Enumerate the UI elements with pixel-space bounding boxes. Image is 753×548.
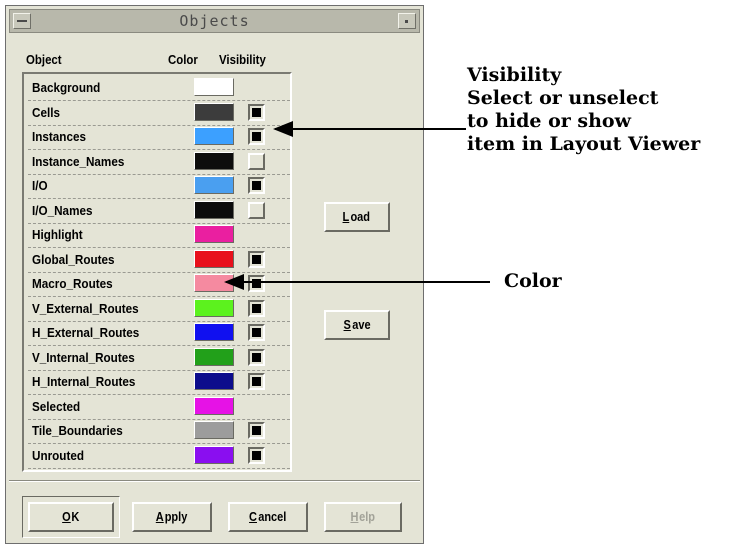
annotation-arrows xyxy=(224,121,490,290)
